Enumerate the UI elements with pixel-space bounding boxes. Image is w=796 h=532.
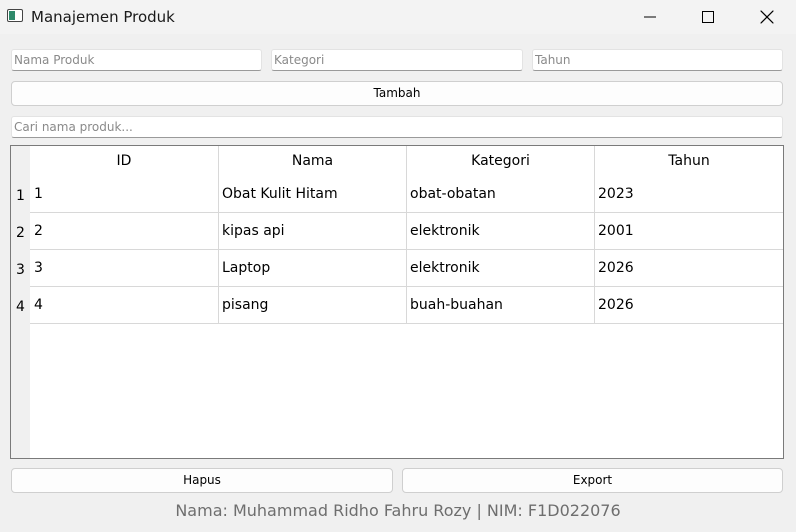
table-cell-tahun[interactable]: 2026 [598, 297, 634, 313]
column-header-kategori[interactable]: Kategori [407, 146, 594, 177]
kategori-input[interactable] [271, 49, 523, 71]
minimize-button[interactable] [621, 0, 679, 34]
table-cell-kategori[interactable]: buah-buahan [410, 297, 503, 313]
minimize-icon [644, 16, 656, 18]
table-cell-tahun[interactable]: 2001 [598, 223, 634, 239]
app-icon [7, 9, 23, 22]
column-header-nama[interactable]: Nama [219, 146, 406, 177]
tambah-button[interactable]: Tambah [11, 81, 783, 106]
column-divider [406, 146, 407, 324]
column-header-id[interactable]: ID [30, 146, 218, 177]
row-divider [30, 249, 783, 250]
title-bar: Manajemen Produk [0, 0, 796, 34]
table-cell-tahun[interactable]: 2023 [598, 186, 634, 202]
row-divider [30, 286, 783, 287]
column-divider [218, 146, 219, 324]
hapus-button[interactable]: Hapus [11, 468, 393, 493]
table-cell-nama[interactable]: Obat Kulit Hitam [222, 186, 338, 202]
table-cell-id[interactable]: 1 [34, 186, 43, 202]
maximize-button[interactable] [679, 0, 737, 34]
row-divider [30, 323, 783, 324]
table-cell-id[interactable]: 2 [34, 223, 43, 239]
row-number[interactable]: 1 [11, 188, 30, 204]
column-header-tahun[interactable]: Tahun [595, 146, 783, 177]
row-divider [30, 212, 783, 213]
close-button[interactable] [738, 0, 796, 34]
table-cell-kategori[interactable]: obat-obatan [410, 186, 496, 202]
tahun-input[interactable] [532, 49, 783, 71]
table-cell-nama[interactable]: kipas api [222, 223, 285, 239]
product-table[interactable]: ID Nama Kategori Tahun 1 1 Obat Kulit Hi… [10, 145, 784, 459]
export-button[interactable]: Export [402, 468, 783, 493]
nama-produk-input[interactable] [11, 49, 262, 71]
row-number[interactable]: 4 [11, 299, 30, 315]
table-cell-nama[interactable]: pisang [222, 297, 268, 313]
footer-info: Nama: Muhammad Ridho Fahru Rozy | NIM: F… [175, 501, 621, 520]
window-title: Manajemen Produk [31, 8, 175, 26]
column-divider [594, 146, 595, 324]
table-cell-tahun[interactable]: 2026 [598, 260, 634, 276]
row-number[interactable]: 3 [11, 262, 30, 278]
table-cell-id[interactable]: 3 [34, 260, 43, 276]
row-number[interactable]: 2 [11, 225, 30, 241]
table-cell-kategori[interactable]: elektronik [410, 260, 480, 276]
table-cell-id[interactable]: 4 [34, 297, 43, 313]
table-cell-nama[interactable]: Laptop [222, 260, 270, 276]
close-icon [760, 10, 774, 24]
maximize-icon [702, 11, 714, 23]
search-input[interactable] [11, 116, 783, 138]
table-cell-kategori[interactable]: elektronik [410, 223, 480, 239]
